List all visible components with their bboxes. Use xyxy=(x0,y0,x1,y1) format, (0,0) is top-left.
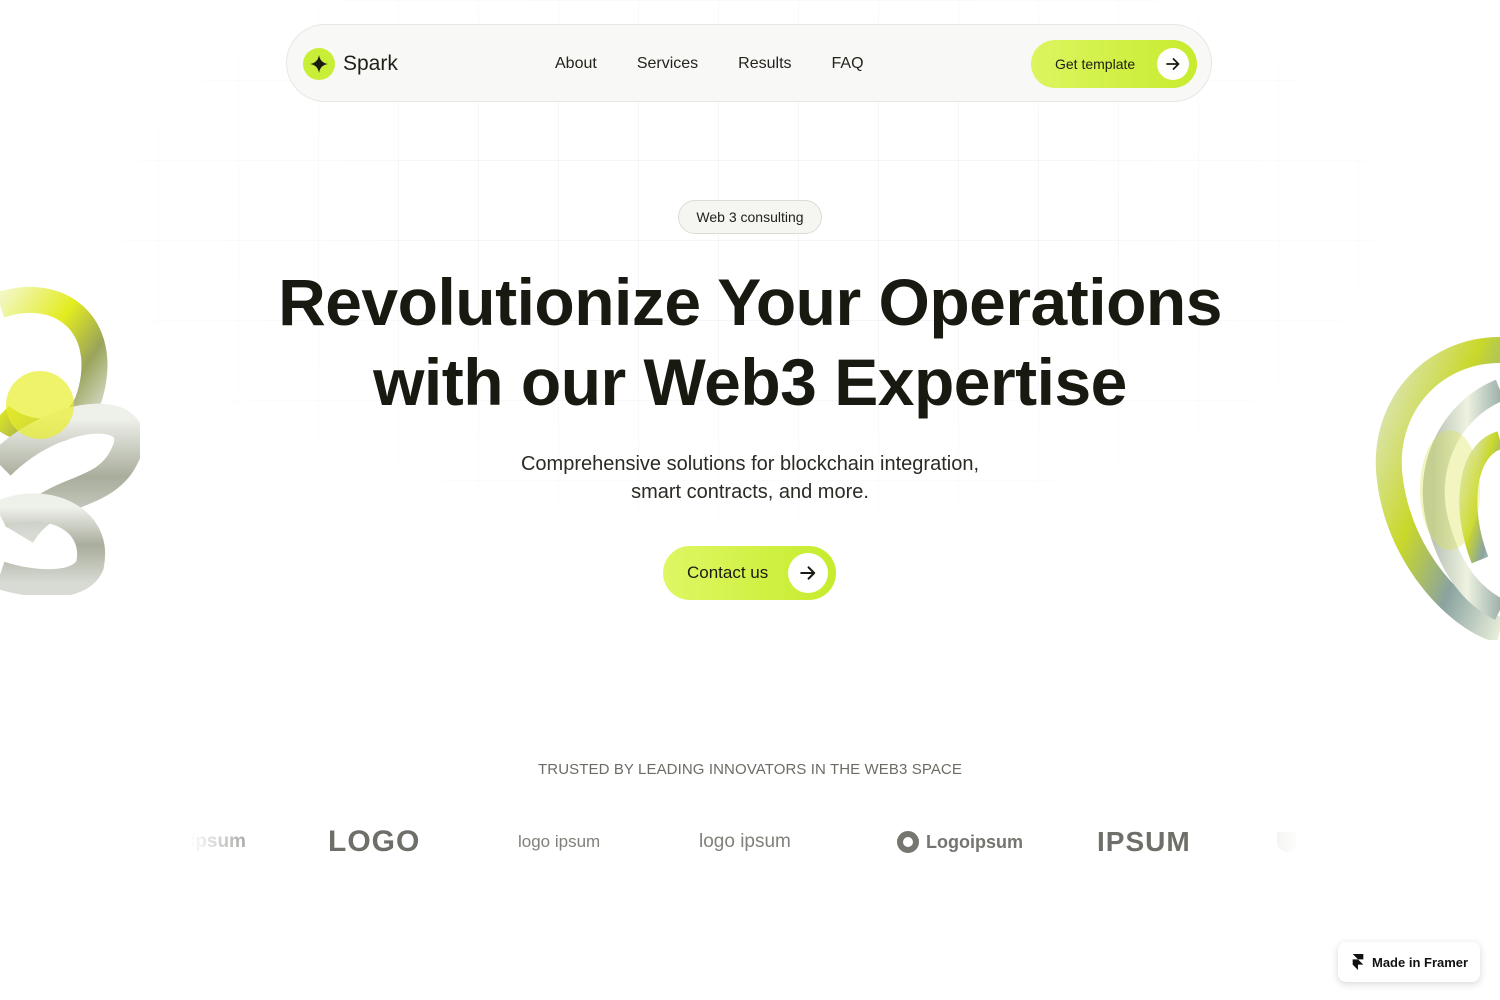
arrow-right-icon xyxy=(788,553,828,593)
partner-logo: ipsum xyxy=(190,820,246,864)
shield-icon xyxy=(1277,832,1297,853)
partner-logo-text: Logoipsum xyxy=(926,831,1023,852)
top-navbar: Spark About Services Results FAQ Get tem… xyxy=(286,24,1212,102)
get-template-label: Get template xyxy=(1055,56,1136,72)
partner-logo: logo ipsum xyxy=(699,820,791,864)
nav-link-results[interactable]: Results xyxy=(738,55,791,73)
made-in-framer-badge[interactable]: Made in Framer xyxy=(1338,942,1480,982)
partner-logo-text: LOGO xyxy=(328,825,421,858)
trusted-heading: TRUSTED BY LEADING INNOVATORS IN THE WEB… xyxy=(538,761,962,778)
hero-subtitle: Comprehensive solutions for blockchain i… xyxy=(0,450,1500,506)
nav-link-about[interactable]: About xyxy=(555,55,597,73)
brand-name: Spark xyxy=(343,52,398,75)
nav-link-faq[interactable]: FAQ xyxy=(832,55,864,73)
partner-logo-text: logo ipsum xyxy=(699,831,791,852)
get-template-button[interactable]: Get template xyxy=(1031,40,1197,88)
partner-logo: logo ipsum xyxy=(518,820,600,864)
partner-logo: LOGO xyxy=(328,820,420,864)
headline-line-1: Revolutionize Your Operations xyxy=(278,265,1222,339)
headline-line-2: with our Web3 Expertise xyxy=(373,345,1127,419)
logo-strip: ipsum LOGO logo ipsum logo ipsum Logoips… xyxy=(190,820,1300,864)
partner-logo-faded xyxy=(1274,820,1300,864)
nav-link-services[interactable]: Services xyxy=(637,55,698,73)
framer-icon xyxy=(1352,954,1364,970)
partner-logo-text: logo ipsum xyxy=(518,832,601,851)
subtitle-line-1: Comprehensive solutions for blockchain i… xyxy=(520,453,980,475)
contact-us-button[interactable]: Contact us xyxy=(663,546,836,600)
contact-us-label: Contact us xyxy=(687,563,769,582)
made-in-framer-label: Made in Framer xyxy=(1372,954,1469,970)
partner-logo-text: ipsum xyxy=(190,831,246,852)
sparkle-icon xyxy=(303,48,335,80)
subtitle-line-2: smart contracts, and more. xyxy=(631,481,869,503)
brand-logo[interactable]: Spark xyxy=(303,48,398,80)
partner-logo: Logoipsum xyxy=(896,820,1023,864)
partner-logo: IPSUM xyxy=(1097,820,1191,864)
hero-tag: Web 3 consulting xyxy=(678,200,822,234)
nav-links: About Services Results FAQ xyxy=(555,55,904,73)
arrow-right-icon xyxy=(1157,48,1189,80)
partner-logo-text: IPSUM xyxy=(1097,826,1191,857)
logo-ring-icon xyxy=(897,831,919,853)
hero-headline: Revolutionize Your Operations with our W… xyxy=(0,262,1500,422)
